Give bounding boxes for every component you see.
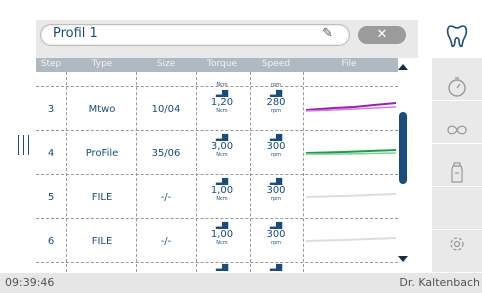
column-divider: [66, 72, 67, 272]
header-size: Size: [156, 59, 176, 69]
drag-handle[interactable]: [16, 135, 30, 155]
user-name: Dr. Kaltenbach: [399, 276, 480, 289]
torque-unit: Ncm: [216, 152, 228, 158]
table-row[interactable]: 3 Mtwo 10/04 ▂▆ 1,20 Ncm ▂▆ 280 rpm: [36, 86, 398, 131]
header-type: Type: [91, 59, 113, 69]
torque-unit: Ncm: [216, 108, 228, 114]
scroll-down-arrow[interactable]: [398, 256, 408, 262]
torque-level-icon: ▂▆: [215, 220, 229, 229]
torque-value: 1,00: [210, 185, 234, 196]
speed-value: 300: [266, 141, 286, 152]
torque-value: 3,00: [210, 141, 234, 152]
torque-unit: Ncm: [216, 240, 228, 246]
speed-unit: rpm: [270, 240, 282, 246]
torque-level-icon: ▂▆: [215, 262, 229, 271]
speed-unit: rpm: [270, 196, 282, 202]
speed-level-icon: ▂▆: [269, 132, 283, 141]
column-divider: [250, 72, 251, 272]
close-button[interactable]: ✕: [358, 26, 406, 44]
torque-value: 1,20: [210, 97, 234, 108]
torque-unit: Ncm: [216, 196, 228, 202]
steps-table[interactable]: Ncm rpm 3 Mtwo 10/04 ▂▆ 1,20 Ncm ▂▆ 280 …: [36, 72, 398, 272]
table-header: Step Type Size Torque Speed File: [36, 58, 398, 72]
file-type: FILE: [91, 236, 113, 247]
file-size: 35/06: [151, 148, 181, 159]
screen: Profil 1 ✎ ✕ Step Type Size Torque Speed…: [0, 0, 482, 293]
table-row[interactable]: 6 FILE -/- ▂▆ 1,00 Ncm ▂▆ 300 rpm: [36, 218, 398, 263]
column-divider: [303, 72, 304, 272]
speed-unit: rpm: [270, 152, 282, 158]
speed-value: 300: [266, 229, 286, 240]
table-row[interactable]: 5 FILE -/- ▂▆ 1,00 Ncm ▂▆ 300 rpm: [36, 174, 398, 219]
timer-icon[interactable]: [445, 76, 469, 100]
torque-level-icon: ▂▆: [215, 176, 229, 185]
step-number: 6: [47, 236, 55, 247]
torque-level-icon: ▂▆: [215, 132, 229, 141]
file-type: ProFile: [85, 148, 119, 159]
speed-level-icon: ▂▆: [269, 262, 283, 271]
torque-value: 1,00: [210, 229, 234, 240]
speed-level-icon: ▂▆: [269, 176, 283, 185]
profile-name-field[interactable]: Profil 1 ✎: [40, 24, 350, 46]
step-number: 5: [47, 192, 55, 203]
header-torque: Torque: [207, 59, 237, 69]
file-size: -/-: [160, 192, 172, 203]
torque-level-icon: ▂▆: [215, 88, 229, 97]
settings-gear-icon[interactable]: [445, 234, 469, 258]
pencil-icon[interactable]: ✎: [322, 26, 333, 41]
speed-value: 300: [266, 185, 286, 196]
profile-name: Profil 1: [53, 26, 98, 41]
file-size: 10/04: [151, 104, 181, 115]
header-step: Step: [40, 59, 62, 69]
speed-value: 280: [266, 97, 286, 108]
file-type: FILE: [91, 192, 113, 203]
speed-level-icon: ▂▆: [269, 220, 283, 229]
file-graphic: [305, 237, 397, 242]
clock-time: 09:39:46: [5, 276, 55, 289]
scroll-up-arrow[interactable]: [398, 64, 408, 70]
tooth-icon[interactable]: [445, 24, 469, 48]
infinity-loop-icon[interactable]: [445, 120, 469, 144]
table-row[interactable]: 4 ProFile 35/06 ▂▆ 3,00 Ncm ▂▆ 300 rpm: [36, 130, 398, 175]
step-number: 4: [47, 148, 55, 159]
bottle-icon[interactable]: [445, 162, 469, 186]
table-row[interactable]: ▂▆ ▂▆: [36, 262, 398, 272]
file-graphic: [305, 149, 397, 155]
speed-level-icon: ▂▆: [269, 88, 283, 97]
file-size: -/-: [160, 236, 172, 247]
file-graphic: [305, 102, 397, 112]
header-file: File: [341, 59, 357, 69]
table-row[interactable]: Ncm rpm: [36, 72, 398, 88]
step-number: 3: [47, 104, 55, 115]
file-graphic: [305, 193, 397, 198]
file-type: Mtwo: [88, 104, 116, 115]
status-bar: 09:39:46 Dr. Kaltenbach: [0, 273, 482, 293]
column-divider: [136, 72, 137, 272]
header-speed: Speed: [261, 59, 291, 69]
speed-unit: rpm: [270, 108, 282, 114]
scrollbar-thumb[interactable]: [399, 112, 407, 184]
column-divider: [196, 72, 197, 272]
